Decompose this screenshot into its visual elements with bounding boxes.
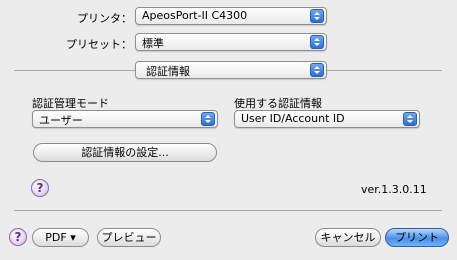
popup-arrows-icon [310, 9, 324, 23]
auth-info-value: User ID/Account ID [241, 112, 345, 125]
popup-arrows-icon [403, 112, 417, 126]
preset-value: 標準 [142, 37, 164, 50]
cancel-button[interactable]: キャンセル [315, 228, 381, 247]
help-icon[interactable]: ? [31, 179, 49, 197]
auth-mode-popup[interactable]: ユーザー [32, 110, 218, 128]
preset-popup[interactable]: 標準 [135, 33, 327, 51]
preset-label: プリセット： [66, 38, 132, 51]
printer-popup[interactable]: ApeosPort-II C4300 [135, 7, 327, 25]
auth-mode-value: ユーザー [39, 114, 83, 127]
preview-button[interactable]: プレビュー [97, 228, 161, 247]
printer-value: ApeosPort-II C4300 [142, 9, 248, 22]
popup-arrows-icon [310, 35, 324, 49]
panel-popup[interactable]: 認証情報 [135, 61, 327, 79]
version-text: ver.1.3.0.11 [361, 183, 427, 196]
auth-mode-label: 認証管理モード [32, 97, 109, 110]
popup-arrows-icon [201, 112, 215, 126]
auth-info-popup[interactable]: User ID/Account ID [234, 110, 420, 128]
auth-info-label: 使用する認証情報 [234, 97, 322, 110]
print-button[interactable]: プリント [385, 228, 449, 247]
auth-settings-button[interactable]: 認証情報の設定... [33, 143, 217, 162]
popup-arrows-icon [310, 63, 324, 77]
printer-label: プリンタ： [77, 12, 132, 25]
pdf-button[interactable]: PDF ▾ [32, 228, 89, 247]
separator-bottom [14, 210, 442, 211]
panel-value: 認証情報 [146, 65, 190, 78]
help-icon[interactable]: ? [9, 228, 27, 246]
